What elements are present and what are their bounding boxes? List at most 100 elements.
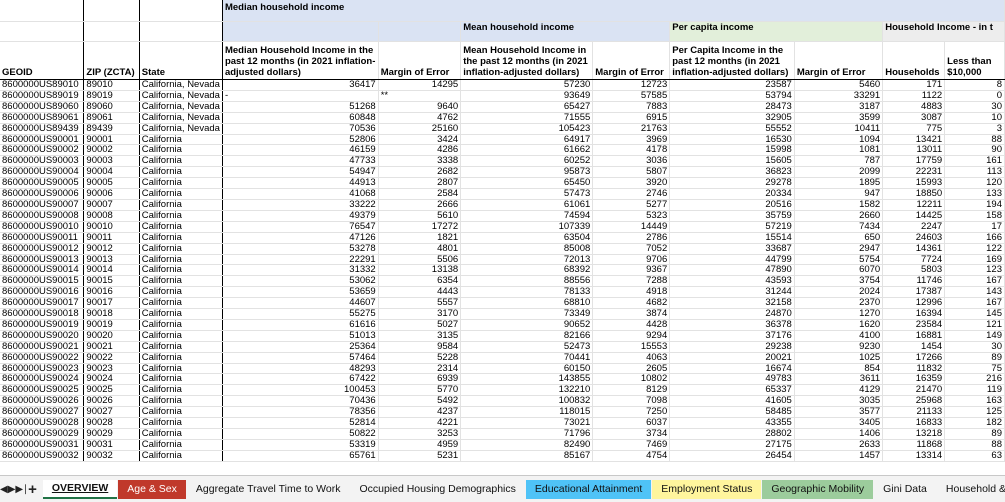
data-cell[interactable]: 120 (944, 177, 1005, 190)
data-cell[interactable]: 28802 (669, 428, 795, 440)
data-cell[interactable]: 8600000US90022 (0, 352, 85, 364)
data-cell[interactable]: 13218 (882, 428, 946, 440)
data-cell[interactable]: 24603 (882, 232, 946, 244)
data-cell[interactable]: 13421 (882, 134, 946, 146)
data-cell[interactable]: 1454 (882, 341, 946, 353)
data-cell[interactable]: 6939 (378, 373, 462, 386)
data-cell[interactable]: 166 (944, 232, 1005, 244)
data-cell[interactable]: 11746 (882, 275, 946, 288)
data-cell[interactable]: 15514 (669, 232, 795, 244)
data-cell[interactable]: California (139, 264, 223, 277)
data-cell[interactable]: 8600000US90011 (0, 232, 85, 244)
data-cell[interactable]: 4221 (378, 417, 462, 429)
data-cell[interactable]: 53278 (222, 243, 379, 255)
data-cell[interactable]: 22231 (882, 166, 946, 179)
data-cell[interactable]: 25968 (882, 395, 946, 408)
data-cell[interactable]: California, Nevada (139, 101, 223, 113)
data-cell[interactable]: 90014 (83, 264, 140, 277)
data-cell[interactable]: 49783 (669, 373, 795, 386)
data-cell[interactable]: 7052 (592, 243, 671, 255)
data-cell[interactable]: California (139, 406, 223, 419)
data-cell[interactable]: 61616 (222, 319, 379, 331)
data-cell[interactable]: California (139, 308, 223, 320)
data-cell[interactable]: 2666 (378, 199, 462, 211)
data-cell[interactable]: 17272 (378, 221, 462, 233)
data-cell[interactable]: 5027 (378, 319, 462, 331)
data-cell[interactable]: 8600000US90012 (0, 243, 85, 255)
data-cell[interactable]: 2370 (794, 297, 884, 310)
data-cell[interactable]: 17266 (882, 352, 946, 364)
data-cell[interactable]: 31332 (222, 264, 379, 277)
data-cell[interactable]: 90020 (83, 330, 140, 342)
data-cell[interactable]: 41605 (669, 395, 795, 408)
data-cell[interactable]: 14449 (592, 221, 671, 233)
data-cell[interactable]: 20516 (669, 199, 795, 211)
data-cell[interactable]: California (139, 363, 223, 375)
data-cell[interactable]: 54947 (222, 166, 379, 179)
data-cell[interactable]: 10 (944, 112, 1005, 124)
data-cell[interactable]: California (139, 232, 223, 244)
data-cell[interactable]: 118015 (460, 406, 594, 419)
data-cell[interactable]: 2584 (378, 188, 462, 200)
data-cell[interactable]: 7434 (794, 221, 884, 233)
data-cell[interactable]: 90013 (83, 254, 140, 266)
data-cell[interactable]: 854 (794, 363, 884, 375)
data-cell[interactable]: 1270 (794, 308, 884, 320)
data-cell[interactable]: 3405 (794, 417, 884, 429)
data-cell[interactable]: California (139, 417, 223, 429)
data-cell[interactable]: 3135 (378, 330, 462, 342)
data-cell[interactable]: California (139, 286, 223, 299)
data-cell[interactable]: 90005 (83, 177, 140, 190)
data-cell[interactable]: 90007 (83, 199, 140, 211)
data-cell[interactable]: 121 (944, 319, 1005, 331)
data-cell[interactable]: 22291 (222, 254, 379, 266)
data-cell[interactable]: California (139, 254, 223, 266)
data-cell[interactable]: 43355 (669, 417, 795, 429)
data-cell[interactable]: 947 (794, 188, 884, 200)
data-cell[interactable]: 8129 (592, 384, 671, 397)
data-cell[interactable]: 44799 (669, 254, 795, 266)
data-cell[interactable]: 71555 (460, 112, 594, 124)
data-cell[interactable]: 3920 (592, 177, 671, 190)
data-cell[interactable]: 4959 (378, 439, 462, 451)
data-cell[interactable]: 70441 (460, 352, 594, 364)
data-cell[interactable]: 5557 (378, 297, 462, 310)
data-cell[interactable]: 75 (944, 363, 1005, 375)
data-cell[interactable]: 47126 (222, 232, 379, 244)
data-cell[interactable]: 1406 (794, 428, 884, 440)
data-cell[interactable]: 158 (944, 210, 1005, 222)
data-cell[interactable]: California (139, 166, 223, 179)
data-cell[interactable]: 8600000US89019 (0, 90, 85, 102)
data-cell[interactable]: 8600000US90001 (0, 134, 85, 146)
data-cell[interactable]: 8600000US90016 (0, 286, 85, 299)
data-cell[interactable]: 20021 (669, 352, 795, 364)
data-cell[interactable]: 13138 (378, 264, 462, 277)
data-cell[interactable]: 2099 (794, 166, 884, 179)
data-cell[interactable]: 3611 (794, 373, 884, 386)
data-cell[interactable]: 53062 (222, 275, 379, 288)
data-cell[interactable]: 90018 (83, 308, 140, 320)
data-cell[interactable]: 8600000US90020 (0, 330, 85, 342)
data-cell[interactable]: 2807 (378, 177, 462, 190)
data-cell[interactable]: 35759 (669, 210, 795, 222)
data-cell[interactable]: 2786 (592, 232, 671, 244)
data-cell[interactable]: 12723 (592, 79, 671, 91)
data-cell[interactable]: 6070 (794, 264, 884, 277)
data-cell[interactable]: 20334 (669, 188, 795, 200)
data-cell[interactable]: 85008 (460, 243, 594, 255)
data-cell[interactable]: 52473 (460, 341, 594, 353)
sheet-tab[interactable]: OVERVIEW (42, 479, 118, 499)
data-cell[interactable]: 88556 (460, 275, 594, 288)
data-cell[interactable]: 89061 (83, 112, 140, 124)
data-cell[interactable]: 5803 (882, 264, 946, 277)
data-cell[interactable]: 8600000US90018 (0, 308, 85, 320)
data-cell[interactable]: 8600000US90003 (0, 155, 85, 168)
data-cell[interactable]: 31244 (669, 286, 795, 299)
nav-last-icon[interactable]: ▶∣ (15, 484, 28, 495)
data-cell[interactable]: 25160 (378, 123, 462, 135)
data-cell[interactable]: 122 (944, 243, 1005, 255)
data-cell[interactable]: 57464 (222, 352, 379, 364)
data-cell[interactable]: 78356 (222, 406, 379, 419)
data-cell[interactable]: 90010 (83, 221, 140, 233)
data-cell[interactable]: 2947 (794, 243, 884, 255)
